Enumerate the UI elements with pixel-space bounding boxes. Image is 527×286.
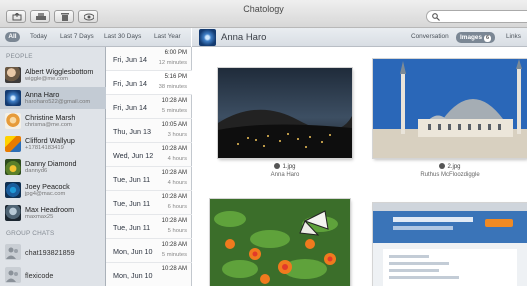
group-chat-flexicode[interactable]: flexicode <box>0 264 106 286</box>
group-chat-icon <box>5 244 21 260</box>
download-icon[interactable] <box>439 163 446 169</box>
conversation-row[interactable]: Tue, Jun 11 10:28 AM 6 hours <box>106 191 192 215</box>
delete-button[interactable] <box>54 10 74 23</box>
group-chats-header: GROUP CHATS <box>6 230 55 237</box>
conversation-row[interactable]: Thu, Jun 13 10:05 AM 3 hours <box>106 119 192 143</box>
tab-images-label: Images <box>460 34 483 41</box>
filter-last-30-days[interactable]: Last 30 Days <box>104 33 141 40</box>
image-filename: 1.jpg <box>218 163 352 170</box>
print-icon <box>36 13 46 20</box>
image-filename: 2.jpg <box>373 163 527 170</box>
conversation-row[interactable]: Mon, Jun 10 10:28 AM <box>106 263 192 286</box>
person-danny-diamond[interactable]: Danny Diamond dannyd6 <box>0 156 106 178</box>
search-input[interactable] <box>426 10 527 23</box>
images-grid: 1.jpg Anna Haro 2.jpg Ruthus McFloozdigg… <box>192 47 527 286</box>
conversation-row[interactable]: Wed, Jun 12 10:28 AM 4 hours <box>106 143 192 167</box>
avatar <box>5 159 21 175</box>
people-header: PEOPLE <box>6 53 33 60</box>
person-clifford-wallyup[interactable]: Clifford Wallyup +17814183419 <box>0 133 106 155</box>
conversation-row[interactable]: Mon, Jun 10 10:28 AM 5 minutes <box>106 239 192 263</box>
person-christine-marsh[interactable]: Christine Marsh chrisma@me.com <box>0 110 106 132</box>
avatar <box>199 29 216 46</box>
conversation-list: Fri, Jun 14 6:00 PM 12 minutes Fri, Jun … <box>106 47 192 286</box>
preview-button[interactable] <box>78 10 98 23</box>
person-albert-wigglesbottom[interactable]: Albert Wigglesbottom wiggle@me.com <box>0 64 106 86</box>
tab-conversation[interactable]: Conversation <box>411 33 449 40</box>
group-chat-icon <box>5 267 21 283</box>
group-chat-chat193821859[interactable]: chat193821859 <box>0 241 106 263</box>
person-anna-haro[interactable]: Anna Haro haroharo522@gmail.com <box>0 87 106 109</box>
image-sender: Ruthus McFloozdiggle <box>420 172 480 178</box>
avatar <box>5 136 21 152</box>
avatar <box>5 67 21 83</box>
image-sender: Anna Haro <box>270 172 300 178</box>
date-filter-bar: All Today Last 7 Days Last 30 Days Last … <box>0 28 191 47</box>
download-icon[interactable] <box>274 163 281 169</box>
app-window: Chatology All Today Last 7 Days Last 30 … <box>0 0 527 286</box>
images-count-badge: 6 <box>484 35 492 42</box>
tab-images[interactable]: Images 6 <box>456 32 496 43</box>
person-max-headroom[interactable]: Max Headroom maxmax25 <box>0 202 106 224</box>
image-thumbnail[interactable] <box>218 68 352 158</box>
avatar <box>5 182 21 198</box>
people-sidebar: PEOPLE Albert Wigglesbottom wiggle@me.co… <box>0 47 106 286</box>
person-joey-peacock[interactable]: Joey Peacock jpg4@mac.com <box>0 179 106 201</box>
search-icon <box>432 13 440 21</box>
filter-last-year[interactable]: Last Year <box>154 33 181 40</box>
tab-links[interactable]: Links <box>506 33 521 40</box>
conversation-row[interactable]: Fri, Jun 14 10:28 AM 5 minutes <box>106 95 192 119</box>
image-thumbnail[interactable] <box>373 203 527 286</box>
title-bar: Chatology <box>0 0 527 28</box>
conversation-row[interactable]: Fri, Jun 14 6:00 PM 12 minutes <box>106 47 192 71</box>
export-button[interactable] <box>6 10 26 23</box>
contact-name: Anna Haro <box>221 32 267 43</box>
avatar <box>5 113 21 129</box>
eye-icon <box>84 13 94 21</box>
filter-last-7-days[interactable]: Last 7 Days <box>60 33 94 40</box>
avatar <box>5 205 21 221</box>
print-button[interactable] <box>30 10 50 23</box>
filter-all[interactable]: All <box>5 32 20 42</box>
conversation-row[interactable]: Tue, Jun 11 10:28 AM 4 hours <box>106 167 192 191</box>
filter-today[interactable]: Today <box>30 33 47 40</box>
avatar <box>5 90 21 106</box>
export-icon <box>12 13 22 21</box>
conversation-row[interactable]: Fri, Jun 14 5:16 PM 38 minutes <box>106 71 192 95</box>
conversation-row[interactable]: Tue, Jun 11 10:28 AM 5 hours <box>106 215 192 239</box>
image-thumbnail[interactable] <box>210 199 350 286</box>
image-thumbnail[interactable] <box>373 59 527 158</box>
detail-header: Anna Haro Conversation Images 6 Links <box>192 28 527 47</box>
trash-icon <box>61 13 69 21</box>
